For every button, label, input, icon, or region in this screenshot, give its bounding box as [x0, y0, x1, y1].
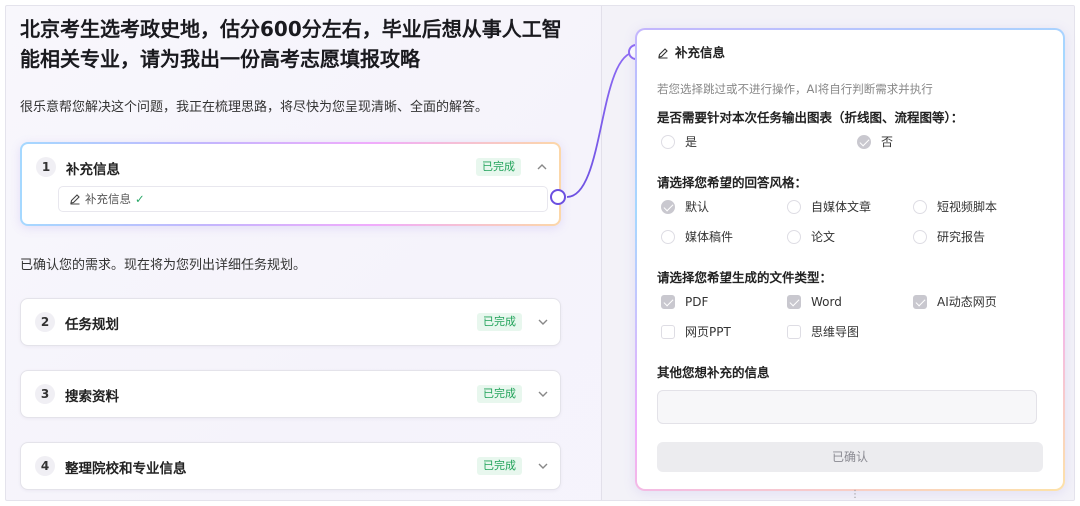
option-style-default[interactable]: 默认 — [657, 199, 709, 215]
step-card-organize[interactable]: 4 整理院校和专业信息 已完成 — [20, 442, 561, 490]
other-info-input[interactable] — [657, 390, 1037, 424]
option-style-press[interactable]: 媒体稿件 — [657, 229, 733, 245]
step-title: 补充信息 — [66, 162, 120, 178]
option-style-report[interactable]: 研究报告 — [909, 229, 985, 245]
checkbox-mark[interactable] — [913, 295, 927, 309]
option-style-video[interactable]: 短视频脚本 — [909, 199, 997, 215]
step-card-planning[interactable]: 2 任务规划 已完成 — [20, 298, 561, 346]
checkbox-mark[interactable] — [661, 325, 675, 339]
checkbox-mark[interactable] — [787, 325, 801, 339]
radio-mark[interactable] — [913, 200, 927, 214]
step-title: 整理院校和专业信息 — [65, 461, 187, 477]
checkbox-mark[interactable] — [787, 295, 801, 309]
panel-note: 若您选择跳过或不进行操作，AI将自行判断需求并执行 — [657, 82, 933, 96]
radio-mark[interactable] — [857, 135, 871, 149]
sub-task-label: 补充信息 — [85, 192, 131, 206]
step-title: 任务规划 — [65, 317, 119, 333]
panel-title-text: 补充信息 — [675, 45, 726, 60]
radio-mark[interactable] — [913, 230, 927, 244]
status-badge: 已完成 — [477, 385, 522, 403]
user-question: 北京考生选考政史地，估分600分左右，毕业后想从事人工智能相关专业，请为我出一份… — [20, 17, 562, 71]
radio-mark[interactable] — [661, 230, 675, 244]
radio-mark[interactable] — [661, 135, 675, 149]
radio-mark[interactable] — [661, 200, 675, 214]
confirm-message: 已确认您的需求。现在将为您列出详细任务规划。 — [20, 258, 307, 273]
option-file-pdf[interactable]: PDF — [657, 294, 708, 310]
chat-pane: 北京考生选考政史地，估分600分左右，毕业后想从事人工智能相关专业，请为我出一份… — [6, 6, 601, 500]
option-file-mindmap[interactable]: 思维导图 — [783, 324, 859, 340]
question-filetype: 请选择您希望生成的文件类型： — [657, 270, 833, 285]
question-chart: 是否需要针对本次任务输出图表（折线图、流程图等）： — [657, 110, 964, 125]
step-number: 1 — [36, 157, 56, 177]
option-file-word[interactable]: Word — [783, 294, 842, 310]
question-style: 请选择您希望的回答风格： — [657, 175, 808, 190]
pencil-icon — [70, 194, 80, 205]
option-style-paper[interactable]: 论文 — [783, 229, 835, 245]
pencil-icon — [658, 48, 668, 59]
status-badge: 已完成 — [476, 158, 521, 176]
checkbox-mark[interactable] — [661, 295, 675, 309]
question-other: 其他您想补充的信息 — [657, 365, 770, 380]
chevron-down-icon[interactable] — [536, 387, 550, 401]
option-chart-no[interactable]: 否 — [853, 134, 893, 150]
status-badge: 已完成 — [477, 313, 522, 331]
radio-mark[interactable] — [787, 230, 801, 244]
option-chart-yes[interactable]: 是 — [657, 134, 697, 150]
status-badge: 已完成 — [477, 457, 522, 475]
step-number: 2 — [35, 312, 55, 332]
option-file-ppt[interactable]: 网页PPT — [657, 324, 731, 340]
chevron-down-icon[interactable] — [536, 459, 550, 473]
chevron-up-icon[interactable] — [535, 160, 549, 174]
check-icon: ✓ — [135, 192, 145, 206]
assistant-intro: 很乐意帮您解决这个问题，我正在梳理思路，将尽快为您呈现清晰、全面的解答。 — [20, 100, 489, 115]
step-number: 3 — [35, 384, 55, 404]
option-file-ai-webpage[interactable]: AI动态网页 — [909, 294, 997, 310]
step-card-supplement[interactable]: 1 补充信息 已完成 补充信息 ✓ — [20, 142, 561, 226]
panel-title: 补充信息 — [657, 42, 725, 61]
radio-mark[interactable] — [787, 200, 801, 214]
sub-task-chip[interactable]: 补充信息 ✓ — [58, 186, 548, 212]
step-title: 搜索资料 — [65, 389, 119, 405]
resize-handle-icon[interactable]: ⋮ — [850, 489, 860, 500]
step-number: 4 — [35, 456, 55, 476]
option-style-article[interactable]: 自媒体文章 — [783, 199, 871, 215]
step-card-search[interactable]: 3 搜索资料 已完成 — [20, 370, 561, 418]
confirm-button[interactable]: 已确认 — [657, 442, 1043, 472]
chevron-down-icon[interactable] — [536, 315, 550, 329]
supplement-panel: 补充信息 若您选择跳过或不进行操作，AI将自行判断需求并执行 是否需要针对本次任… — [635, 28, 1065, 491]
